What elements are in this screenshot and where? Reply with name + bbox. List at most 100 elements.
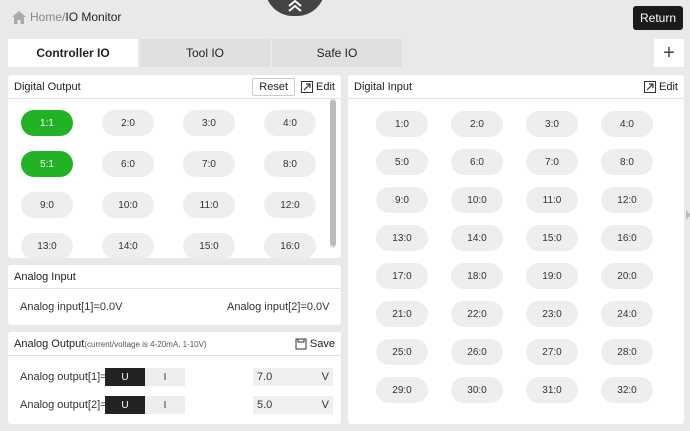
analog-output-header: Analog Output(current/voltage is 4-20mA,… [8, 332, 341, 356]
do-1[interactable]: 1:1 [21, 110, 73, 136]
di-2: 2:0 [451, 111, 503, 137]
analog-output-1-value: 7.0 [257, 371, 273, 383]
expand-edit-icon [301, 80, 314, 93]
analog-output-2-value: 5.0 [257, 399, 273, 411]
di-31: 31:0 [526, 377, 578, 403]
analog-output-1-unit: V [321, 371, 329, 383]
digital-output-scrollbar[interactable] [330, 98, 336, 248]
di-29: 29:0 [376, 377, 428, 403]
mode-u-button[interactable]: U [105, 368, 145, 386]
do-9[interactable]: 9:0 [21, 192, 73, 218]
di-28: 28:0 [601, 339, 653, 365]
reset-button[interactable]: Reset [252, 77, 296, 96]
add-tab-button[interactable]: + [654, 39, 684, 67]
digital-input-edit-button[interactable]: Edit [644, 80, 678, 93]
digital-input-header: Digital Input Edit [348, 75, 684, 99]
di-20: 20:0 [601, 263, 653, 289]
di-8: 8:0 [601, 149, 653, 175]
digital-output-header: Digital Output Reset Edit [8, 75, 341, 99]
analog-output-note: (current/voltage is 4-20mA, 1-10V) [84, 339, 207, 349]
collapse-toggle[interactable] [265, 0, 325, 16]
analog-output-1-value-field[interactable]: 7.0 V [253, 368, 333, 386]
di-18: 18:0 [451, 263, 503, 289]
di-12: 12:0 [601, 187, 653, 213]
analog-output-title-wrap: Analog Output(current/voltage is 4-20mA,… [14, 338, 295, 350]
tab-tool-io[interactable]: Tool IO [140, 39, 270, 67]
analog-output-2-unit: V [321, 399, 329, 411]
di-4: 4:0 [601, 111, 653, 137]
expand-edit-icon [644, 80, 657, 93]
di-19: 19:0 [526, 263, 578, 289]
analog-input-2: Analog input[2]=0.0V [227, 301, 330, 313]
do-15[interactable]: 15:0 [183, 233, 235, 259]
analog-input-header: Analog Input [8, 265, 341, 289]
di-16: 16:0 [601, 225, 653, 251]
do-6[interactable]: 6:0 [102, 151, 154, 177]
di-14: 14:0 [451, 225, 503, 251]
do-8[interactable]: 8:0 [264, 151, 316, 177]
tab-safe-io[interactable]: Safe IO [272, 39, 402, 67]
save-icon [295, 338, 307, 349]
mode-u-button[interactable]: U [105, 396, 145, 414]
analog-output-2-mode: U I [105, 396, 185, 414]
do-3[interactable]: 3:0 [183, 110, 235, 136]
di-32: 32:0 [601, 377, 653, 403]
analog-input-1: Analog input[1]=0.0V [20, 301, 123, 313]
mode-i-button[interactable]: I [145, 368, 185, 386]
breadcrumb: Home / IO Monitor [12, 10, 121, 24]
tab-bar-spacer [404, 39, 652, 67]
di-23: 23:0 [526, 301, 578, 327]
di-30: 30:0 [451, 377, 503, 403]
return-button[interactable]: Return [633, 6, 683, 30]
di-15: 15:0 [526, 225, 578, 251]
digital-output-edit-button[interactable]: Edit [301, 80, 335, 93]
di-24: 24:0 [601, 301, 653, 327]
di-6: 6:0 [451, 149, 503, 175]
di-9: 9:0 [376, 187, 428, 213]
breadcrumb-home[interactable]: Home [30, 10, 62, 24]
di-11: 11:0 [526, 187, 578, 213]
edit-label: Edit [659, 80, 678, 93]
double-chevron-up-icon [288, 0, 302, 12]
digital-output-title: Digital Output [14, 80, 81, 93]
analog-output-2-label: Analog output[2]= [20, 399, 107, 411]
di-5: 5:0 [376, 149, 428, 175]
tab-controller-io[interactable]: Controller IO [8, 39, 138, 67]
io-tabs: Controller IO Tool IO Safe IO + [8, 39, 684, 67]
analog-input-panel: Analog Input [8, 265, 341, 325]
di-10: 10:0 [451, 187, 503, 213]
mode-i-button[interactable]: I [145, 396, 185, 414]
do-7[interactable]: 7:0 [183, 151, 235, 177]
side-drawer-handle[interactable] [686, 210, 690, 220]
analog-input-title: Analog Input [14, 270, 76, 283]
analog-output-1-label: Analog output[1]= [20, 371, 107, 383]
edit-label: Edit [316, 80, 335, 93]
page-title: IO Monitor [65, 10, 122, 24]
digital-output-grid: 1:1 2:0 3:0 4:0 5:1 6:0 7:0 8:0 9:0 10:0… [21, 110, 316, 259]
home-icon[interactable] [12, 10, 26, 24]
do-16[interactable]: 16:0 [264, 233, 316, 259]
analog-output-title: Analog Output [14, 337, 85, 350]
do-2[interactable]: 2:0 [102, 110, 154, 136]
scrollbar-thumb[interactable] [330, 100, 336, 246]
di-13: 13:0 [376, 225, 428, 251]
di-17: 17:0 [376, 263, 428, 289]
top-bar: Home / IO Monitor Return [0, 0, 690, 36]
di-3: 3:0 [526, 111, 578, 137]
analog-output-2-value-field[interactable]: 5.0 V [253, 396, 333, 414]
di-26: 26:0 [451, 339, 503, 365]
di-21: 21:0 [376, 301, 428, 327]
do-5[interactable]: 5:1 [21, 151, 73, 177]
di-25: 25:0 [376, 339, 428, 365]
do-10[interactable]: 10:0 [102, 192, 154, 218]
plus-icon: + [663, 41, 675, 64]
analog-output-1-mode: U I [105, 368, 185, 386]
do-12[interactable]: 12:0 [264, 192, 316, 218]
do-13[interactable]: 13:0 [21, 233, 73, 259]
do-4[interactable]: 4:0 [264, 110, 316, 136]
di-22: 22:0 [451, 301, 503, 327]
do-11[interactable]: 11:0 [183, 192, 235, 218]
do-14[interactable]: 14:0 [102, 233, 154, 259]
save-label: Save [309, 337, 335, 350]
analog-output-save-button[interactable]: Save [295, 338, 335, 350]
